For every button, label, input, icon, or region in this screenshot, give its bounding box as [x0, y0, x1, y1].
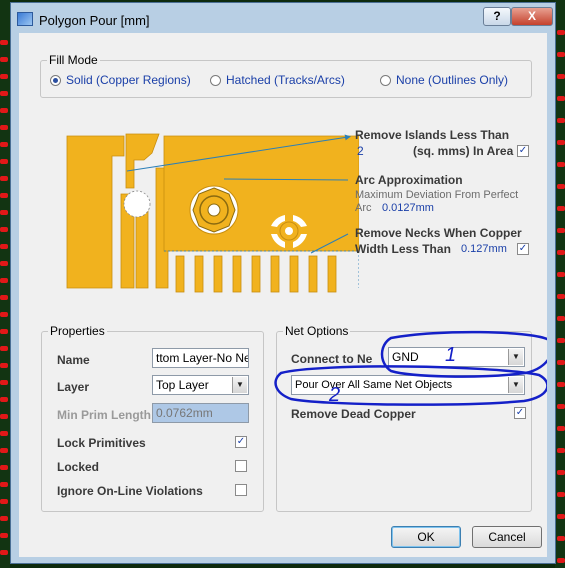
close-icon: X: [527, 9, 536, 23]
window-title: Polygon Pour [mm]: [39, 13, 150, 28]
pcb-pad-marker: [557, 52, 565, 57]
pcb-pad-marker: [557, 30, 565, 35]
pcb-pad-marker: [0, 193, 8, 198]
title-bar[interactable]: Polygon Pour [mm] ? X: [11, 3, 555, 33]
pcb-pad-marker: [0, 533, 8, 538]
pcb-pad-marker: [557, 492, 565, 497]
annotation-circle-2: [274, 365, 547, 406]
pcb-pad-marker: [0, 57, 8, 62]
pcb-pad-marker: [0, 414, 8, 419]
pcb-pad-marker: [557, 294, 565, 299]
pcb-pad-marker: [0, 482, 8, 487]
pcb-pad-marker: [0, 244, 8, 249]
pcb-pad-marker: [0, 91, 8, 96]
polygon-pour-app-icon: [17, 12, 33, 26]
annotation-mark-2: 2: [329, 384, 341, 406]
pcb-pad-marker: [0, 159, 8, 164]
pcb-pad-marker: [0, 74, 8, 79]
pcb-pad-marker: [557, 470, 565, 475]
polygon-pour-dialog: Polygon Pour [mm] ? X Fill Mode Solid (C…: [10, 2, 556, 564]
pcb-pad-marker: [557, 228, 565, 233]
help-icon: ?: [493, 9, 501, 23]
pcb-pad-marker: [557, 250, 565, 255]
pcb-pad-marker: [557, 514, 565, 519]
pcb-pad-marker: [557, 96, 565, 101]
pcb-pad-marker: [557, 360, 565, 365]
annotation-mark-1: 1: [445, 344, 457, 366]
pcb-background-right: [555, 0, 565, 568]
pcb-pad-marker: [0, 312, 8, 317]
pcb-pad-marker: [557, 536, 565, 541]
pcb-pad-marker: [557, 162, 565, 167]
pcb-pad-marker: [0, 499, 8, 504]
pcb-pad-marker: [557, 558, 565, 563]
pcb-pad-marker: [557, 74, 565, 79]
pcb-pad-marker: [0, 278, 8, 283]
pcb-pad-marker: [0, 431, 8, 436]
pcb-pad-marker: [557, 338, 565, 343]
cancel-button[interactable]: Cancel: [472, 526, 542, 548]
pcb-pad-marker: [0, 40, 8, 45]
pcb-pad-marker: [0, 210, 8, 215]
close-button[interactable]: X: [511, 7, 553, 26]
pcb-pad-marker: [0, 465, 8, 470]
pcb-pad-marker: [557, 426, 565, 431]
pcb-pad-marker: [0, 380, 8, 385]
pcb-pad-marker: [557, 316, 565, 321]
pcb-pad-marker: [557, 206, 565, 211]
pcb-pad-marker: [0, 346, 8, 351]
pcb-pad-marker: [557, 448, 565, 453]
handwritten-annotations: [274, 330, 547, 406]
pcb-pad-marker: [557, 140, 565, 145]
pcb-pad-marker: [0, 363, 8, 368]
pcb-pad-marker: [0, 550, 8, 555]
pcb-pad-marker: [0, 516, 8, 521]
help-button[interactable]: ?: [483, 7, 511, 26]
pcb-pad-marker: [0, 295, 8, 300]
pcb-pad-marker: [0, 397, 8, 402]
pcb-pad-marker: [0, 261, 8, 266]
pcb-pad-marker: [557, 272, 565, 277]
pcb-pad-marker: [557, 382, 565, 387]
pcb-pad-marker: [557, 184, 565, 189]
pcb-pad-marker: [0, 176, 8, 181]
pcb-pad-marker: [0, 108, 8, 113]
annotation-circle-1: [380, 330, 547, 378]
pcb-pad-marker: [0, 448, 8, 453]
pcb-pad-marker: [557, 404, 565, 409]
pcb-pad-marker: [0, 227, 8, 232]
pcb-pad-marker: [557, 118, 565, 123]
ok-button[interactable]: OK: [391, 526, 461, 548]
pcb-pad-marker: [0, 125, 8, 130]
pcb-pad-marker: [0, 142, 8, 147]
dialog-client-area: Fill Mode Solid (Copper Regions) Hatched…: [19, 33, 547, 557]
pcb-pad-marker: [0, 329, 8, 334]
